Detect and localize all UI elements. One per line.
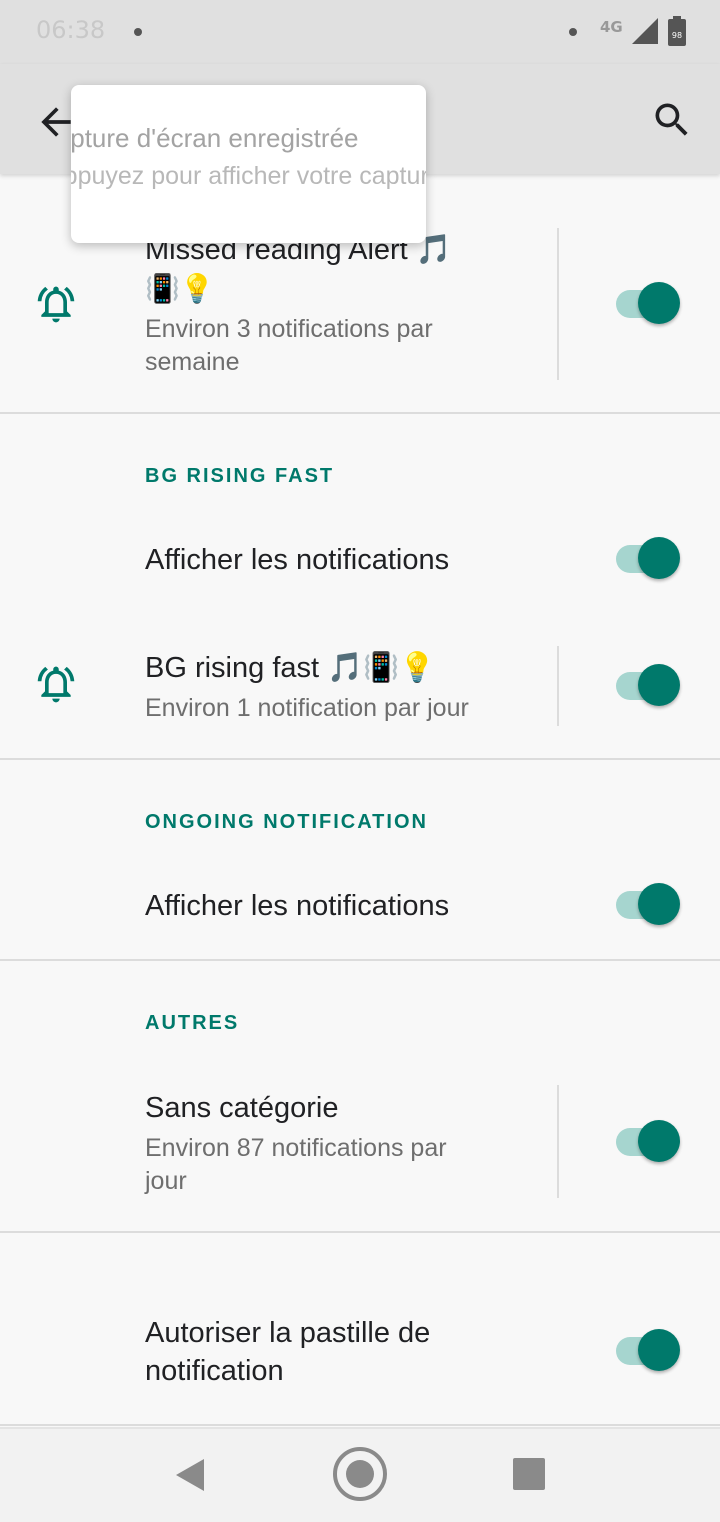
toggle-thumb [638, 664, 680, 706]
toast-subtitle: Appuyez pour afficher votre capture d'éc… [71, 162, 426, 190]
show-notifications-row-bg-rising[interactable]: Afficher les notifications [0, 510, 720, 610]
show-notifications-toggle-ongoing[interactable] [614, 883, 684, 927]
notification-badge-toggle[interactable] [614, 1329, 684, 1373]
row-separator [557, 1085, 559, 1198]
channel-subtitle-line2: semaine [145, 348, 240, 376]
badge-title-line2: notification [145, 1355, 284, 1387]
toggle-thumb [638, 537, 680, 579]
show-notifications-row-ongoing[interactable]: Afficher les notifications [0, 856, 720, 956]
toggle-thumb [638, 883, 680, 925]
bg-rising-fast-toggle[interactable] [614, 664, 684, 708]
toggle-thumb [638, 282, 680, 324]
channel-subtitle: Environ 3 notifications par [145, 315, 433, 343]
channel-row-sans-categorie[interactable]: Sans catégorie Environ 87 notifications … [0, 1070, 720, 1230]
toggle-thumb [638, 1329, 680, 1371]
screenshot-toast[interactable]: Capture d'écran enregistrée Appuyez pour… [71, 85, 426, 243]
nav-recents-icon[interactable] [513, 1458, 545, 1490]
section-divider [0, 758, 720, 760]
battery-level: 98 [672, 31, 682, 40]
toggle-thumb [638, 1120, 680, 1162]
toast-title: Capture d'écran enregistrée [71, 123, 359, 153]
navigation-bar [0, 1427, 720, 1522]
notification-badge-row[interactable]: Autoriser la pastille de notification [0, 1300, 720, 1410]
row-separator [557, 646, 559, 726]
channel-title: BG rising fast 🎵📳💡 [145, 652, 436, 684]
channel-title: Sans catégorie [145, 1092, 339, 1124]
search-icon[interactable] [650, 98, 694, 142]
show-notifications-toggle-bg-rising[interactable] [614, 537, 684, 581]
network-type: 4G [600, 18, 623, 36]
show-notifications-label: Afficher les notifications [145, 890, 450, 922]
section-divider [0, 412, 720, 414]
channel-subtitle: Environ 1 notification par jour [145, 694, 469, 722]
signal-icon [632, 18, 658, 44]
status-bar: 06:38 4G 98 [0, 0, 720, 64]
section-divider [0, 1231, 720, 1233]
missed-reading-toggle[interactable] [614, 282, 684, 326]
section-header-ongoing: ONGOING NOTIFICATION [145, 811, 428, 833]
nav-home-icon[interactable] [332, 1446, 388, 1502]
section-header-bg-rising-fast: BG RISING FAST [145, 465, 335, 487]
badge-title: Autoriser la pastille de [145, 1317, 431, 1349]
sans-categorie-toggle[interactable] [614, 1120, 684, 1164]
channel-subtitle-line2: jour [145, 1167, 187, 1195]
section-divider [0, 1424, 720, 1426]
show-notifications-label: Afficher les notifications [145, 544, 450, 576]
nav-back-icon[interactable] [172, 1457, 208, 1493]
channel-title-emoji: 📳💡 [145, 273, 215, 304]
status-time: 06:38 [36, 16, 106, 44]
section-header-autres: AUTRES [145, 1012, 240, 1034]
notification-dot-icon [134, 28, 142, 36]
battery-icon: 98 [668, 16, 686, 46]
alert-bell-icon [37, 286, 75, 323]
row-separator [557, 228, 559, 380]
channel-subtitle: Environ 87 notifications par [145, 1134, 447, 1162]
status-dot-icon [569, 28, 577, 36]
section-divider [0, 959, 720, 961]
alert-bell-icon [37, 666, 75, 703]
channel-row-bg-rising-fast[interactable]: BG rising fast 🎵📳💡 Environ 1 notificatio… [0, 626, 720, 758]
